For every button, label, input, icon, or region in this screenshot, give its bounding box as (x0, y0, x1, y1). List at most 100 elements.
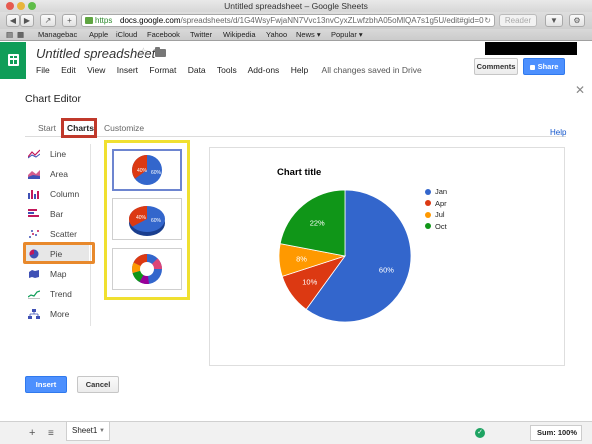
menu-edit[interactable]: Edit (61, 65, 76, 75)
menu-help[interactable]: Help (291, 65, 308, 75)
chart-type-trend[interactable]: Trend (25, 284, 89, 304)
map-icon (29, 270, 39, 278)
menu-file[interactable]: File (36, 65, 50, 75)
more-charts-icon (28, 309, 40, 319)
zoom-window-icon[interactable] (28, 2, 36, 10)
close-icon[interactable]: ✕ (575, 83, 585, 97)
chart-type-area[interactable]: Area (25, 164, 89, 184)
legend-swatch (425, 223, 431, 229)
sum-indicator[interactable]: Sum: 100% (530, 425, 582, 441)
reload-icon[interactable]: ↻ (484, 15, 491, 26)
legend-item-jul: Jul (425, 209, 447, 221)
add-sheet-plus-icon[interactable]: + (29, 427, 35, 439)
all-sheets-menu-icon[interactable]: ≡ (48, 428, 54, 439)
legend-swatch (425, 200, 431, 206)
forward-arrow-icon[interactable]: ▶ (20, 14, 34, 27)
menu-view[interactable]: View (87, 65, 105, 75)
help-link[interactable]: Help (550, 128, 566, 137)
top-sites-grid-icon[interactable]: ▦ (17, 29, 24, 41)
chart-type-line[interactable]: Line (25, 144, 89, 164)
pie-type-highlight (23, 242, 95, 264)
chart-type-list: Line Area Column Bar Scatter Pie Map Tre… (25, 144, 89, 324)
back-arrow-icon[interactable]: ◀ (6, 14, 20, 27)
minimize-window-icon[interactable] (17, 2, 25, 10)
redacted-account (485, 42, 577, 55)
scatter-chart-icon (29, 230, 39, 238)
new-tab-plus-icon[interactable]: + (62, 14, 77, 27)
lock-icon (85, 17, 93, 24)
bookmark-yahoo[interactable]: Yahoo (266, 29, 287, 41)
menu-tools[interactable]: Tools (217, 65, 237, 75)
chart-type-map[interactable]: Map (25, 264, 89, 284)
chart-type-scatter[interactable]: Scatter (25, 224, 89, 244)
bookmark-apple[interactable]: Apple (89, 29, 108, 41)
share-label: Share (537, 62, 559, 71)
trend-chart-icon (28, 290, 40, 299)
url-path: /spreadsheets/d/1G4WsyFwjaNN7Vvc13nvCyxZ… (180, 16, 484, 25)
thumb-pie-label-40: 40% (137, 168, 148, 174)
menu-addons[interactable]: Add-ons (248, 65, 280, 75)
menu-bar: File Edit View Insert Format Data Tools … (36, 65, 431, 75)
sidebar-divider (90, 144, 91, 326)
menu-data[interactable]: Data (188, 65, 206, 75)
tab-customize[interactable]: Customize (104, 123, 144, 133)
cancel-button[interactable]: Cancel (77, 376, 119, 393)
reader-button[interactable]: Reader (499, 14, 537, 27)
comments-button[interactable]: Comments (474, 58, 518, 75)
pie-chart: 60% 10% 8% 22% (278, 189, 412, 323)
address-bar[interactable]: https docs.google.com/spreadsheets/d/1G4… (81, 14, 495, 27)
bookmark-managebac[interactable]: Managebac (38, 29, 77, 41)
thumb-pie-label-60: 60% (151, 170, 162, 176)
browser-toolbar: ◀ ▶ ↗ + https docs.google.com/spreadshee… (0, 12, 592, 29)
sheet-tab-bar: + ≡ Sheet1 ▼ ✓ Sum: 100% (0, 421, 592, 444)
bookmarks-book-icon[interactable]: ▤ (6, 29, 13, 41)
bookmark-popular[interactable]: Popular ▾ (331, 29, 363, 41)
bookmark-facebook[interactable]: Facebook (147, 29, 180, 41)
tabs-divider (25, 136, 566, 137)
bookmarks-bar: ▤ ▦ Managebac Apple iCloud Facebook Twit… (0, 29, 592, 41)
legend-swatch (425, 188, 431, 195)
menu-format[interactable]: Format (149, 65, 176, 75)
chart-type-more[interactable]: More (25, 304, 89, 324)
sheet-tab[interactable]: Sheet1 ▼ (66, 422, 110, 441)
tab-start[interactable]: Start (38, 123, 56, 133)
legend-item-apr: Apr (425, 198, 447, 210)
legend-swatch (425, 211, 431, 218)
line-chart-icon (28, 149, 40, 159)
pie-3d-style-thumbnail[interactable]: 40% 60% (112, 198, 182, 240)
pie-thumbnail-graphic: 40% 60% (132, 155, 162, 185)
chevron-down-icon[interactable]: ▼ (99, 422, 105, 440)
bookmark-wikipedia[interactable]: Wikipedia (223, 29, 256, 41)
donut-thumbnail-graphic (132, 254, 162, 285)
sheet-tab-label: Sheet1 (72, 426, 98, 435)
share-button[interactable]: Share (523, 58, 565, 75)
chart-title: Chart title (277, 167, 322, 178)
star-icon[interactable]: ☆ (138, 45, 149, 59)
spreadsheet-grid-icon (8, 54, 19, 66)
pie-style-thumbnail[interactable]: 40% 60% (112, 149, 182, 191)
pie-label-jan: 60% (379, 265, 394, 274)
column-chart-icon (28, 190, 39, 199)
chart-legend: Jan Apr Jul Oct (425, 186, 447, 232)
share-page-icon[interactable]: ↗ (40, 14, 56, 27)
sheets-logo[interactable] (0, 42, 26, 79)
close-window-icon[interactable] (6, 2, 14, 10)
bookmark-icloud[interactable]: iCloud (116, 29, 137, 41)
donut-style-thumbnail[interactable] (112, 248, 182, 290)
menu-insert[interactable]: Insert (117, 65, 138, 75)
save-status: All changes saved in Drive (321, 65, 422, 75)
lock-icon (529, 64, 535, 70)
bookmark-twitter[interactable]: Twitter (190, 29, 212, 41)
pie-3d-thumbnail-graphic: 40% 60% (129, 206, 165, 236)
folder-icon[interactable] (155, 47, 166, 57)
insert-button[interactable]: Insert (25, 376, 67, 393)
downloads-icon[interactable]: ▼ (545, 14, 563, 27)
charts-tab-highlight (61, 118, 97, 138)
bookmark-news[interactable]: News ▾ (296, 29, 321, 41)
legend-item-jan: Jan (425, 186, 447, 198)
chart-type-bar[interactable]: Bar (25, 204, 89, 224)
settings-gear-icon[interactable]: ⚙ (569, 14, 585, 27)
url-scheme: https (95, 16, 113, 25)
bar-chart-icon (28, 209, 39, 217)
chart-type-column[interactable]: Column (25, 184, 89, 204)
